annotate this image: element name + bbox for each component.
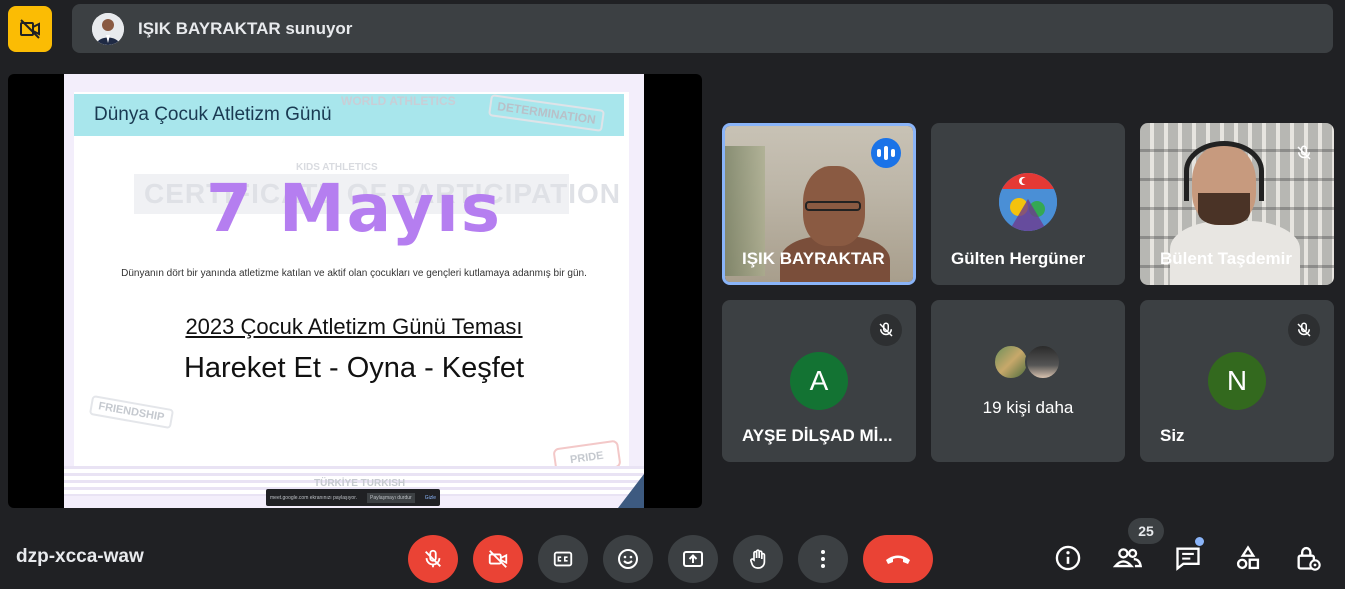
participant-avatar <box>999 173 1057 231</box>
mic-off-icon <box>1288 314 1320 346</box>
host-controls-icon <box>1297 546 1321 571</box>
host-controls-button[interactable] <box>1290 540 1326 576</box>
participant-name: Bülent Taşdemir <box>1160 249 1292 268</box>
meeting-details-button[interactable] <box>1050 540 1086 576</box>
slide-corner-decoration <box>618 474 644 508</box>
screen-share-notice: meet.google.com ekranınızı paylaşıyor. P… <box>266 489 440 506</box>
meeting-code: dzp-xcca-waw <box>16 546 144 567</box>
present-now-button[interactable] <box>668 535 718 583</box>
more-participants-label: 19 kişi daha <box>982 398 1074 417</box>
participant-glasses <box>805 201 861 211</box>
mic-off-icon <box>425 549 441 568</box>
presentation-toggle-button[interactable] <box>8 6 52 52</box>
presentation-slide: Dünya Çocuk Atletizm Günü WORLD ATHLETIC… <box>64 74 644 508</box>
slide-subtitle: Dünyanın dört bir yanında atletizme katı… <box>121 268 587 279</box>
slide-title: 7 Mayıs <box>205 170 502 247</box>
activities-button[interactable] <box>1230 540 1266 576</box>
no-camera-icon <box>20 19 40 39</box>
slide-header: Dünya Çocuk Atletizm Günü <box>94 104 332 125</box>
slide-logo: TÜRKİYE TURKISH <box>314 478 406 489</box>
participant-name: IŞIK BAYRAKTAR <box>742 249 885 268</box>
participant-headphones <box>1184 141 1264 201</box>
captions-button[interactable] <box>538 535 588 583</box>
present-icon <box>683 551 703 567</box>
more-participants-tile[interactable]: 19 kişi daha <box>931 300 1125 462</box>
raise-hand-button[interactable] <box>733 535 783 583</box>
mini-avatar <box>1025 344 1061 380</box>
share-notice-text: meet.google.com ekranınızı paylaşıyor. <box>270 494 357 501</box>
people-icon <box>1113 548 1143 568</box>
self-tile[interactable]: N Siz <box>1140 300 1334 462</box>
participant-tile[interactable]: Bülent Taşdemir <box>1140 123 1334 285</box>
hide-notice-button[interactable]: Gizle <box>425 495 436 501</box>
presenting-label: IŞIK BAYRAKTAR sunuyor <box>138 18 353 38</box>
emoji-reaction-button[interactable] <box>603 535 653 583</box>
emoji-icon <box>618 549 638 569</box>
end-call-icon <box>886 555 910 564</box>
mic-off-icon <box>870 314 902 346</box>
more-participants-avatars <box>993 344 1061 380</box>
self-name: Siz <box>1160 426 1185 445</box>
slide-motto: Hareket Et - Oyna - Keşfet <box>183 352 525 384</box>
mic-toggle-button[interactable] <box>408 535 458 583</box>
speaking-indicator-icon <box>871 138 901 168</box>
participant-tile[interactable]: Gülten Hergüner <box>931 123 1125 285</box>
captions-icon <box>553 551 573 567</box>
participant-avatar: A <box>790 352 848 410</box>
participant-tile[interactable]: A AYŞE DİLŞAD Mİ... <box>722 300 916 462</box>
info-icon <box>1055 545 1081 571</box>
mini-avatar <box>993 344 1029 380</box>
people-button[interactable] <box>1110 540 1146 576</box>
stop-sharing-button[interactable]: Paylaşmayı durdur <box>367 492 415 503</box>
more-options-button[interactable] <box>798 535 848 583</box>
camera-off-icon <box>488 550 508 568</box>
participant-tile[interactable]: IŞIK BAYRAKTAR <box>722 123 916 285</box>
presenter-avatar <box>92 12 124 45</box>
hand-icon <box>750 549 766 569</box>
watermark-world-athletics: WORLD ATHLETICS <box>341 94 456 108</box>
end-call-button[interactable] <box>863 535 933 583</box>
participant-name: Gülten Hergüner <box>951 249 1086 268</box>
more-icon <box>821 550 825 568</box>
presenter-bar: IŞIK BAYRAKTAR sunuyor <box>72 4 1333 53</box>
chat-icon <box>1176 547 1200 571</box>
camera-toggle-button[interactable] <box>473 535 523 583</box>
activities-icon <box>1236 545 1260 570</box>
mic-off-icon <box>1288 137 1320 169</box>
presentation-stage: Dünya Çocuk Atletizm Günü WORLD ATHLETIC… <box>8 74 702 508</box>
slide-theme: 2023 Çocuk Atletizm Günü Teması <box>185 314 523 339</box>
self-avatar: N <box>1208 352 1266 410</box>
chat-unread-dot <box>1195 537 1204 546</box>
participant-name: AYŞE DİLŞAD Mİ... <box>742 426 893 445</box>
